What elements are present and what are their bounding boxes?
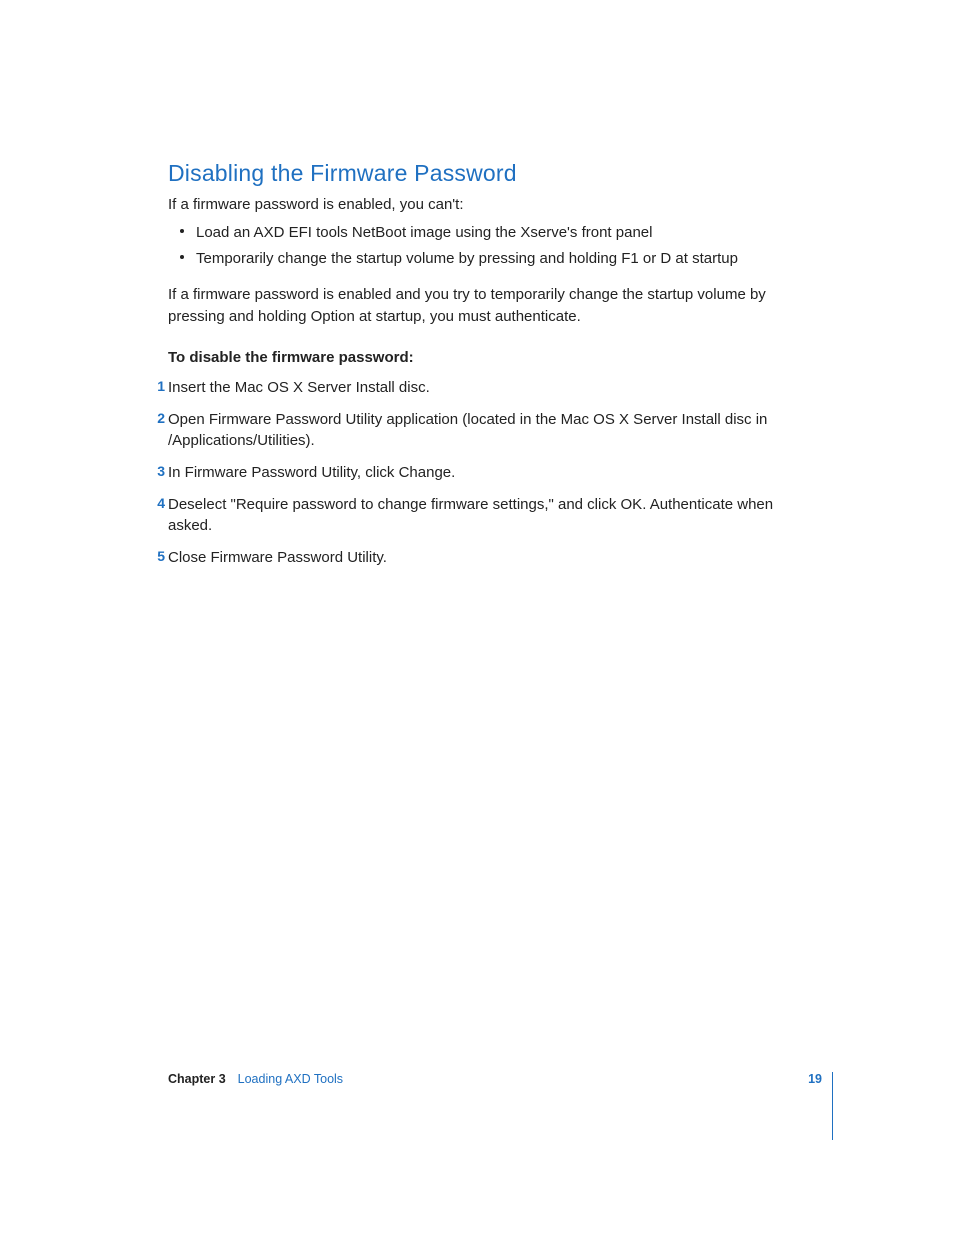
page-footer: Chapter 3 Loading AXD Tools 19 (168, 1072, 833, 1140)
bullet-item: Load an AXD EFI tools NetBoot image usin… (168, 221, 808, 244)
step-text: Insert the Mac OS X Server Install disc. (168, 379, 430, 396)
footer-chapter-label: Chapter 3 (168, 1072, 226, 1086)
footer-left: Chapter 3 Loading AXD Tools (168, 1072, 343, 1086)
step-text: Deselect "Require password to change fir… (168, 496, 773, 534)
step-item: 3 In Firmware Password Utility, click Ch… (168, 462, 808, 483)
step-item: 4 Deselect "Require password to change f… (168, 494, 808, 536)
bullet-list: Load an AXD EFI tools NetBoot image usin… (168, 221, 808, 270)
step-item: 5 Close Firmware Password Utility. (168, 547, 808, 568)
bullet-text: Load an AXD EFI tools NetBoot image usin… (196, 224, 652, 241)
step-text: Close Firmware Password Utility. (168, 549, 387, 566)
step-number: 4 (151, 494, 165, 514)
bullet-icon (180, 255, 184, 259)
steps-title: To disable the firmware password: (168, 349, 808, 366)
bullet-text: Temporarily change the startup volume by… (196, 250, 738, 267)
step-number: 1 (151, 377, 165, 397)
intro-text: If a firmware password is enabled, you c… (168, 195, 808, 215)
note-text: If a firmware password is enabled and yo… (168, 284, 808, 328)
step-item: 1 Insert the Mac OS X Server Install dis… (168, 377, 808, 398)
step-number: 2 (151, 409, 165, 429)
step-item: 2 Open Firmware Password Utility applica… (168, 409, 808, 451)
footer-chapter-title: Loading AXD Tools (238, 1072, 343, 1086)
page-content: Disabling the Firmware Password If a fir… (168, 160, 808, 568)
step-number: 3 (151, 462, 165, 482)
section-heading: Disabling the Firmware Password (168, 160, 808, 187)
bullet-icon (180, 229, 184, 233)
step-text: In Firmware Password Utility, click Chan… (168, 464, 455, 481)
step-number: 5 (151, 547, 165, 567)
footer-page-number: 19 (808, 1072, 832, 1086)
bullet-item: Temporarily change the startup volume by… (168, 247, 808, 270)
step-text: Open Firmware Password Utility applicati… (168, 411, 767, 449)
